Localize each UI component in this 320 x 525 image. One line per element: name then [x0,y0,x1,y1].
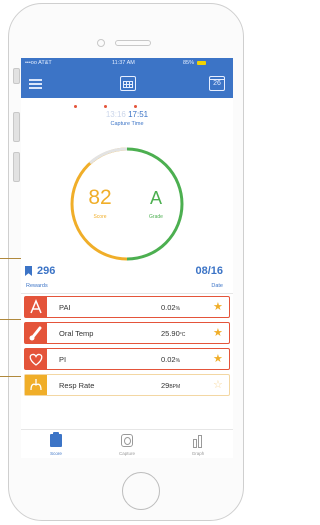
rewards-value: 296 [37,265,56,277]
grade-value: A [149,188,162,208]
thermometer-icon [25,323,47,343]
calendar-icon[interactable] [120,76,136,91]
tab-graph[interactable]: Graph [163,430,233,458]
metric-name: PAI [59,303,71,312]
timeline-dot [104,105,107,108]
metric-name: Oral Temp [59,329,94,338]
star-icon[interactable]: ★ [213,326,223,340]
metric-row-pi[interactable]: PI 0.02% ★ [24,348,230,370]
score-label: Score [93,214,107,220]
date-label: Date [211,283,223,289]
tab-label: Graph [191,451,205,456]
clock: 11:37 AM [112,60,135,66]
metric-row-oral-temp[interactable]: Oral Temp 25.90°C ★ [24,322,230,344]
metric-row-resp-rate[interactable]: Resp Rate 29BPM ☆ [24,374,230,396]
capture-time-value: 17:51 [128,110,149,119]
tab-bar: Score Capture Graph [21,429,233,458]
score-arc-track [89,147,128,165]
star-icon[interactable]: ★ [213,352,223,366]
divider [21,293,233,294]
carrier-label: •••oo AT&T [25,60,52,66]
metric-value: 0.02% [161,303,181,312]
capture-icon [121,434,133,447]
metric-name: PI [59,355,67,364]
tab-label: Capture [118,451,135,456]
grade-label: Grade [149,214,163,220]
battery-indicator: 85% [183,60,206,66]
date-value: 08/16 [195,265,223,277]
timeline-dot [74,105,77,108]
rewards-label: Rewards [26,283,48,289]
tab-label: Score [50,451,62,456]
battery-percent: 85% [183,60,195,66]
home-button[interactable] [122,472,160,510]
clipboard-icon [50,432,62,447]
ribbon-icon [25,266,32,276]
star-icon[interactable]: ★ [213,300,223,314]
capture-time-label: Capture Time [110,121,144,127]
capture-time: 13:16 17:51 [21,110,233,119]
lungs-icon [25,375,47,395]
calendar-day-icon[interactable]: 26 [209,76,225,91]
pai-icon [25,297,47,317]
capture-time-previous: 13:16 [105,110,126,119]
earpiece-speaker [115,40,151,46]
timeline-dot [134,105,137,108]
star-icon[interactable]: ☆ [213,378,223,392]
app-screen: •••oo AT&T 11:37 AM 85% 26 13:16 17:51 C… [21,58,233,458]
bar-chart-icon [192,434,204,448]
tab-score[interactable]: Score [21,430,91,458]
status-bar: •••oo AT&T 11:37 AM 85% [21,58,233,69]
score-value: 82 [88,186,112,209]
metric-value: 29BPM [161,381,181,390]
hamburger-icon[interactable] [29,79,42,89]
tab-capture[interactable]: Capture [92,430,162,458]
metric-value: 0.02% [161,355,181,364]
metric-value: 25.90°C [161,329,186,338]
nav-bar: 26 [21,69,233,98]
heart-icon [25,349,47,369]
mute-switch [13,68,20,84]
metric-name: Resp Rate [59,381,95,390]
front-camera [97,39,105,47]
battery-icon [196,60,206,65]
volume-down-button [13,152,20,182]
metric-row-pai[interactable]: PAI 0.02% ★ [24,296,230,318]
volume-up-button [13,112,20,142]
